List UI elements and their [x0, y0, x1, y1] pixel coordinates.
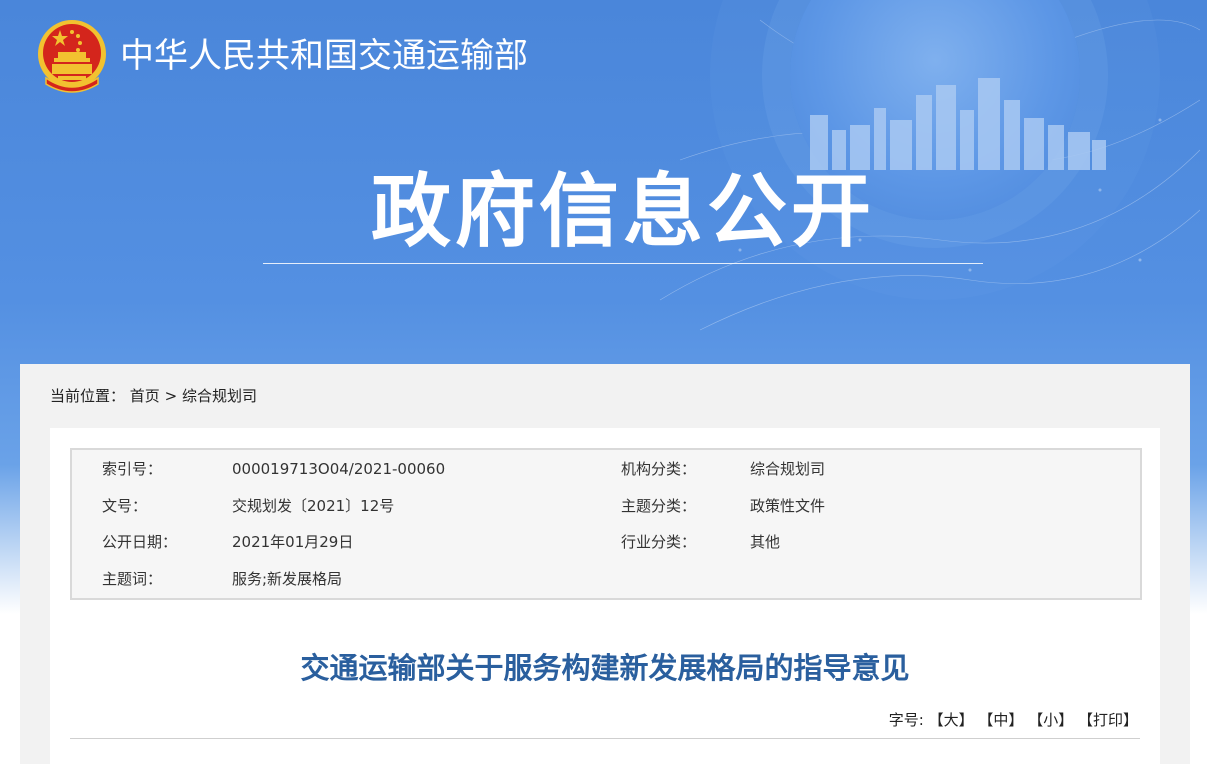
topic-value: 政策性文件	[750, 497, 826, 515]
breadcrumb-home-link[interactable]: 首页	[130, 387, 160, 405]
font-medium-button[interactable]: 【中】	[978, 711, 1023, 729]
font-large-button[interactable]: 【大】	[929, 711, 974, 729]
document-title: 交通运输部关于服务构建新发展格局的指导意见	[300, 651, 910, 685]
font-small-button[interactable]: 【小】	[1028, 711, 1073, 729]
page-title: 政府信息公开	[371, 165, 875, 258]
font-size-label: 字号:	[888, 711, 924, 729]
city-skyline-graphic	[810, 78, 1106, 170]
org-value: 综合规划司	[750, 460, 826, 478]
breadcrumb-separator: >	[164, 387, 178, 405]
font-size-controls: 字号: 【大】 【中】 【小】 【打印】	[889, 710, 1138, 730]
title-underline	[263, 263, 983, 264]
index-value: 000019713O04/2021-00060	[232, 460, 446, 478]
docno-value: 交规划发〔2021〕12号	[232, 497, 395, 515]
content-divider	[70, 738, 1140, 739]
date-label: 公开日期：	[102, 533, 178, 551]
document-metadata-table: 索引号： 000019713O04/2021-00060 机构分类： 综合规划司…	[70, 448, 1142, 600]
breadcrumb-department-link[interactable]: 综合规划司	[182, 387, 257, 405]
docno-label: 文号：	[102, 497, 148, 515]
keywords-value: 服务;新发展格局	[232, 570, 343, 588]
industry-value: 其他	[750, 533, 781, 551]
date-value: 2021年01月29日	[232, 533, 354, 551]
print-button[interactable]: 【打印】	[1078, 711, 1138, 729]
site-title[interactable]: 中华人民共和国交通运输部	[120, 36, 528, 76]
index-label: 索引号：	[102, 460, 163, 478]
topic-label: 主题分类：	[621, 497, 697, 515]
article-container: 索引号： 000019713O04/2021-00060 机构分类： 综合规划司…	[50, 428, 1160, 768]
keywords-label: 主题词：	[102, 570, 163, 588]
breadcrumb: 当前位置： 首页 > 综合规划司	[50, 386, 257, 406]
org-label: 机构分类：	[621, 460, 697, 478]
national-emblem-icon	[38, 20, 106, 93]
breadcrumb-prefix: 当前位置：	[50, 387, 126, 405]
content-panel: 当前位置： 首页 > 综合规划司 索引号： 000019713O04/2021-…	[20, 364, 1190, 768]
industry-label: 行业分类：	[621, 533, 697, 551]
